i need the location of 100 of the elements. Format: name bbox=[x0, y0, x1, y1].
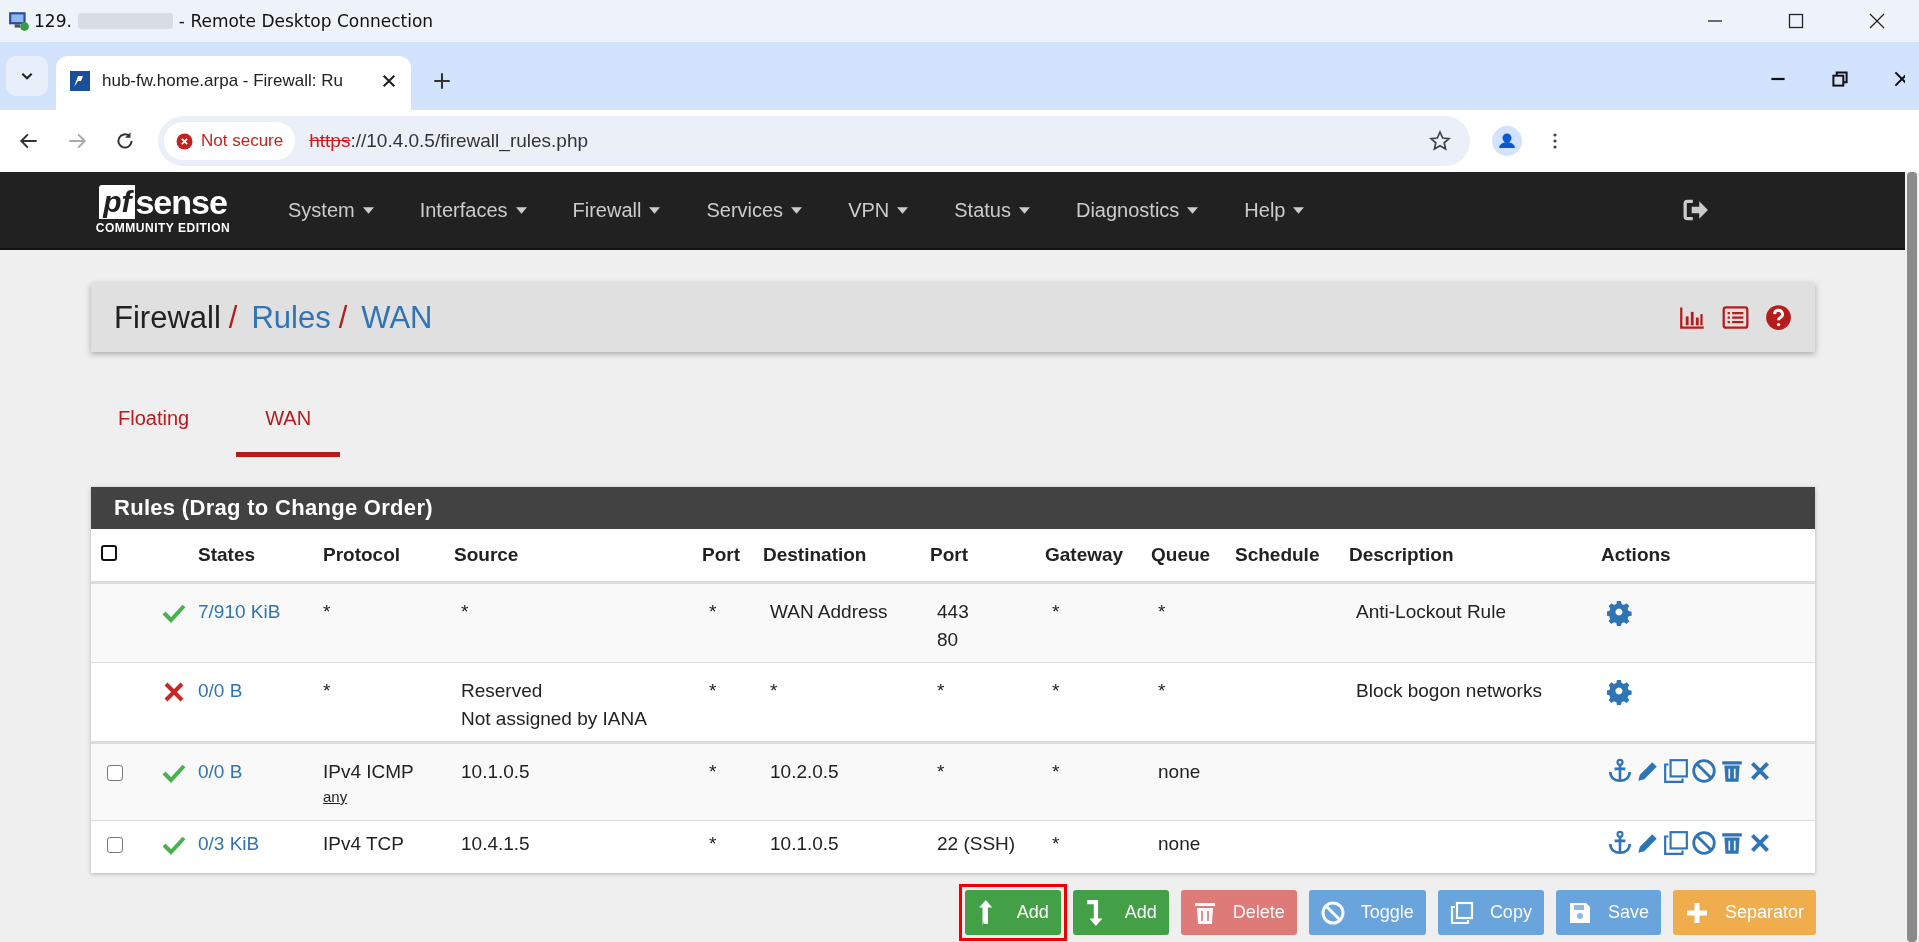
restore-icon[interactable] bbox=[1829, 68, 1851, 90]
close-icon[interactable] bbox=[381, 73, 397, 89]
column-header: Port bbox=[930, 544, 968, 565]
panel-title: Rules (Drag to Change Order) bbox=[114, 495, 433, 521]
gear-icon[interactable] bbox=[1607, 679, 1633, 705]
table-cell: WAN Address bbox=[770, 601, 888, 622]
table-cell-text: 443 bbox=[937, 600, 970, 624]
action-button[interactable]: Add bbox=[1072, 890, 1169, 935]
table-cell-text: * bbox=[937, 760, 946, 784]
pfsense-logo[interactable]: pfsense COMMUNITY EDITION bbox=[83, 185, 243, 235]
column-header: Gateway bbox=[1045, 544, 1124, 565]
table-cell: * bbox=[1052, 833, 1060, 854]
breadcrumb-text: Firewall bbox=[114, 299, 221, 336]
table-cell-text: Not assigned by IANA bbox=[461, 707, 648, 731]
table-cell-text: IPv4 TCP bbox=[323, 832, 405, 856]
copy-icon bbox=[1449, 899, 1474, 926]
tab[interactable]: WAN bbox=[236, 384, 341, 457]
table-cell: * bbox=[1052, 761, 1060, 782]
table-cell: Anti-Lockout Rule bbox=[1356, 601, 1506, 622]
new-tab-icon[interactable] bbox=[433, 72, 451, 90]
select-all-checkbox[interactable] bbox=[101, 545, 117, 561]
copy-icon[interactable] bbox=[1663, 830, 1689, 856]
nav-menu-item[interactable]: Firewall bbox=[572, 198, 661, 222]
ban-icon bbox=[1320, 899, 1345, 926]
table-cell: 10.2.0.5 bbox=[770, 761, 839, 782]
url-text: https://10.4.0.5/firewall_rules.php bbox=[309, 130, 589, 152]
table-cell: * bbox=[1052, 680, 1060, 701]
caret-icon bbox=[515, 206, 527, 214]
profile-icon[interactable] bbox=[1492, 126, 1522, 156]
nav-menu-item[interactable]: Services bbox=[706, 198, 803, 222]
logout-icon[interactable] bbox=[1683, 199, 1709, 221]
table-cell-text: * bbox=[937, 679, 946, 703]
bar-chart-icon[interactable] bbox=[1679, 304, 1706, 331]
breadcrumb-separator: / bbox=[228, 299, 238, 336]
states-link[interactable]: 0/3 KiB bbox=[198, 833, 260, 854]
table-cell: * bbox=[709, 601, 717, 622]
address-bar[interactable]: Not secure https://10.4.0.5/firewall_rules.php bbox=[158, 116, 1470, 166]
list-icon[interactable] bbox=[1722, 304, 1749, 331]
gear-icon[interactable] bbox=[1607, 600, 1633, 626]
table-cell: * bbox=[709, 833, 717, 854]
table-cell-text: Reserved bbox=[461, 679, 544, 703]
table-cell: * bbox=[770, 680, 778, 701]
maximize-icon[interactable] bbox=[1786, 11, 1806, 31]
menu-icon[interactable] bbox=[1552, 131, 1558, 151]
trash-icon[interactable] bbox=[1719, 830, 1745, 856]
help-icon[interactable] bbox=[1765, 304, 1792, 331]
column-header: Port bbox=[702, 544, 740, 565]
table-cell-text: * bbox=[461, 600, 470, 624]
close-icon[interactable] bbox=[1867, 11, 1887, 31]
table-cell-text: 80 bbox=[937, 628, 960, 652]
nav-menu-item[interactable]: Interfaces bbox=[419, 198, 527, 222]
row-checkbox[interactable] bbox=[107, 765, 123, 781]
breadcrumb-separator: / bbox=[338, 299, 348, 336]
ban-icon[interactable] bbox=[1691, 758, 1717, 784]
caret-icon bbox=[1018, 206, 1030, 214]
action-button[interactable]: Add bbox=[964, 890, 1061, 935]
column-header: Queue bbox=[1151, 544, 1211, 565]
table-cell: Block bogon networks bbox=[1356, 680, 1542, 701]
caret-icon bbox=[791, 206, 803, 214]
breadcrumb-link[interactable]: WAN bbox=[361, 299, 433, 336]
copy-icon[interactable] bbox=[1663, 758, 1689, 784]
caret-icon bbox=[1293, 206, 1305, 214]
ban-icon[interactable] bbox=[1691, 830, 1717, 856]
protocol-detail-link[interactable]: any bbox=[323, 786, 438, 808]
nav-menu-item[interactable]: Help bbox=[1244, 198, 1305, 222]
table-cell: * bbox=[1158, 680, 1166, 701]
column-header: Destination bbox=[763, 544, 867, 565]
states-link[interactable]: 0/0 B bbox=[198, 761, 243, 782]
nav-menu-item[interactable]: Status bbox=[954, 198, 1030, 222]
nav-menu-item[interactable]: VPN bbox=[848, 198, 909, 222]
table-cell: none bbox=[1158, 761, 1201, 782]
states-link[interactable]: 0/0 B bbox=[198, 680, 243, 701]
nav-menu-item[interactable]: System bbox=[288, 198, 374, 222]
caret-icon bbox=[362, 206, 374, 214]
table-cell-text: 22 (SSH) bbox=[937, 832, 1017, 856]
error-icon bbox=[176, 132, 193, 150]
table-cell-text: * bbox=[323, 679, 332, 703]
column-header: Source bbox=[454, 544, 519, 565]
states-link[interactable]: 7/910 KiB bbox=[198, 601, 281, 622]
scrollbar[interactable] bbox=[1905, 172, 1919, 942]
window-title: 129. bbox=[34, 11, 72, 31]
star-icon[interactable] bbox=[1428, 129, 1452, 153]
pfsense-favicon bbox=[70, 71, 90, 91]
table-cell-text: * bbox=[323, 600, 332, 624]
anchor-icon[interactable] bbox=[1607, 830, 1633, 856]
table-cell-text: IPv4 ICMP bbox=[323, 760, 415, 784]
row-checkbox[interactable] bbox=[107, 837, 123, 853]
tab[interactable]: Floating bbox=[107, 384, 219, 457]
browser-tab[interactable]: hub-fw.home.arpa - Firewall: Ru bbox=[56, 56, 411, 110]
remote-desktop-icon bbox=[8, 10, 30, 32]
anchor-icon[interactable] bbox=[1607, 758, 1633, 784]
column-header: Description bbox=[1349, 544, 1454, 565]
breadcrumb-link[interactable]: Rules bbox=[251, 299, 331, 336]
trash-icon[interactable] bbox=[1719, 758, 1745, 784]
table-cell: * bbox=[709, 680, 717, 701]
caret-icon bbox=[649, 206, 661, 214]
security-chip[interactable]: Not secure bbox=[164, 122, 296, 160]
nav-menu-item[interactable]: Diagnostics bbox=[1075, 198, 1199, 222]
table-cell: 10.1.0.5 bbox=[770, 833, 839, 854]
column-header: Schedule bbox=[1235, 544, 1320, 565]
